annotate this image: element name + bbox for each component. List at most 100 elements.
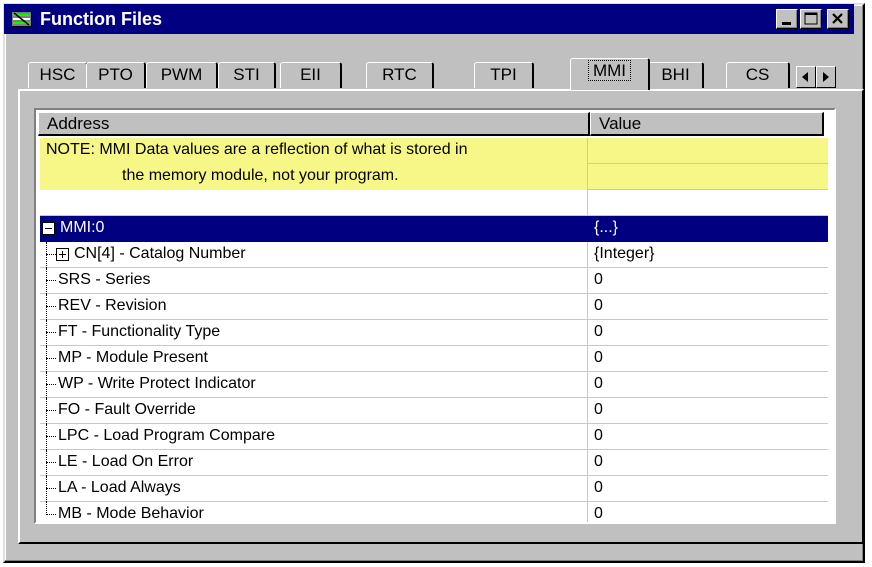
blank-row (40, 190, 828, 216)
tab-label: HSC (39, 65, 76, 84)
tab-hsc[interactable]: HSC (28, 62, 88, 88)
table-row[interactable]: CN[4] - Catalog Number {Integer} (40, 242, 828, 268)
row-label: LPC - Load Program Compare (58, 427, 275, 444)
tab-label: PWM (160, 65, 203, 84)
tab-label: RTC (382, 65, 417, 84)
close-button[interactable] (827, 9, 849, 29)
address-cell: FT - Functionality Type (40, 320, 588, 346)
tree-connector (46, 384, 56, 385)
row-value[interactable]: 0 (588, 450, 828, 476)
row-value[interactable]: 0 (588, 372, 828, 398)
row-value[interactable]: 0 (588, 294, 828, 320)
tab-label: TPI (490, 65, 517, 84)
title-bar[interactable]: Function Files (4, 4, 854, 34)
blank-value-cell (588, 190, 828, 216)
table-row[interactable]: LPC - Load Program Compare 0 (40, 424, 828, 450)
tab-pwm[interactable]: PWM (146, 62, 218, 88)
tree-connector (46, 462, 56, 463)
tab-mmi[interactable]: MMI (570, 58, 650, 90)
table-row[interactable]: LE - Load On Error 0 (40, 450, 828, 476)
address-cell: REV - Revision (40, 294, 588, 320)
row-label: MP - Module Present (58, 349, 208, 366)
tree-root-value: {...} (588, 216, 828, 242)
column-header-value[interactable]: Value (590, 112, 824, 136)
tab-label: BHI (661, 65, 690, 84)
plus-box-icon[interactable] (56, 248, 69, 261)
row-label: SRS - Series (58, 271, 151, 288)
tab-label: STI (233, 65, 260, 84)
tab-scroll-buttons (796, 66, 836, 88)
table-row[interactable]: WP - Write Protect Indicator 0 (40, 372, 828, 398)
table-row[interactable]: MB - Mode Behavior 0 (40, 502, 828, 522)
tab-cs[interactable]: CS (726, 62, 790, 88)
row-value[interactable]: 0 (588, 424, 828, 450)
minus-box-icon[interactable] (42, 222, 55, 235)
address-cell: MP - Module Present (40, 346, 588, 372)
tab-rtc[interactable]: RTC (366, 62, 434, 88)
note-value-cell (588, 138, 828, 164)
tree-connector (46, 450, 47, 476)
arrow-right-icon (823, 72, 829, 82)
note-value-cell (588, 164, 828, 190)
note-address-cell: NOTE: MMI Data values are a reflection o… (40, 138, 588, 164)
maximize-button[interactable] (800, 9, 822, 29)
table-row[interactable]: FT - Functionality Type 0 (40, 320, 828, 346)
tree-root-row[interactable]: MMI:0 {...} (40, 216, 828, 242)
tab-eii[interactable]: EII (280, 62, 342, 88)
tab-scroll-left-button[interactable] (796, 66, 816, 88)
table-row[interactable]: SRS - Series 0 (40, 268, 828, 294)
close-icon (832, 13, 843, 24)
row-value[interactable]: 0 (588, 476, 828, 502)
tab-label: MMI (587, 60, 632, 81)
row-label: CN[4] - Catalog Number (74, 245, 246, 262)
arrow-left-icon (802, 72, 808, 82)
tab-strip: HSC PTO PWM STI EII RTC TPI MMI BHI CS (22, 58, 864, 90)
tree-connector (46, 372, 47, 398)
tree-root-label: MMI:0 (60, 219, 105, 236)
tree-connector (46, 280, 56, 281)
maximize-icon (804, 12, 818, 25)
data-list-view[interactable]: Address Value NOTE: MMI Data values are … (34, 108, 836, 524)
tree-connector (46, 320, 47, 346)
tree-connector (46, 424, 47, 450)
address-cell: LPC - Load Program Compare (40, 424, 588, 450)
table-row[interactable]: REV - Revision 0 (40, 294, 828, 320)
tree-connector (46, 306, 56, 307)
address-cell: WP - Write Protect Indicator (40, 372, 588, 398)
tab-scroll-right-button[interactable] (816, 66, 836, 88)
tree-connector (46, 358, 56, 359)
row-value[interactable]: 0 (588, 346, 828, 372)
tab-pto[interactable]: PTO (86, 62, 146, 88)
note-row: the memory module, not your program. (40, 164, 828, 190)
function-files-icon (11, 11, 32, 27)
tab-tpi[interactable]: TPI (474, 62, 534, 88)
minimize-button[interactable] (776, 9, 798, 29)
row-label: MB - Mode Behavior (58, 505, 204, 522)
tab-bhi[interactable]: BHI (648, 62, 704, 88)
row-value[interactable]: {Integer} (588, 242, 828, 268)
table-row[interactable]: LA - Load Always 0 (40, 476, 828, 502)
row-value[interactable]: 0 (588, 398, 828, 424)
note-address-cell: the memory module, not your program. (40, 164, 588, 190)
note-row: NOTE: MMI Data values are a reflection o… (40, 138, 828, 164)
column-header-address[interactable]: Address (38, 112, 590, 136)
table-row[interactable]: MP - Module Present 0 (40, 346, 828, 372)
row-label: FT - Functionality Type (58, 323, 221, 340)
tree-connector (46, 488, 56, 489)
tree-connector (46, 398, 47, 424)
tab-label: CS (745, 65, 770, 84)
tree-connector (46, 436, 56, 437)
row-value[interactable]: 0 (588, 320, 828, 346)
address-cell: SRS - Series (40, 268, 588, 294)
row-value[interactable]: 0 (588, 268, 828, 294)
address-cell: LE - Load On Error (40, 450, 588, 476)
tree-connector (46, 294, 47, 320)
row-label: WP - Write Protect Indicator (58, 375, 256, 392)
tab-sti[interactable]: STI (218, 62, 276, 88)
note-line-2: the memory module, not your program. (122, 167, 399, 184)
address-cell: CN[4] - Catalog Number (40, 242, 588, 268)
row-value[interactable]: 0 (588, 502, 828, 522)
blank-address-cell (40, 190, 588, 216)
address-cell: LA - Load Always (40, 476, 588, 502)
table-row[interactable]: FO - Fault Override 0 (40, 398, 828, 424)
